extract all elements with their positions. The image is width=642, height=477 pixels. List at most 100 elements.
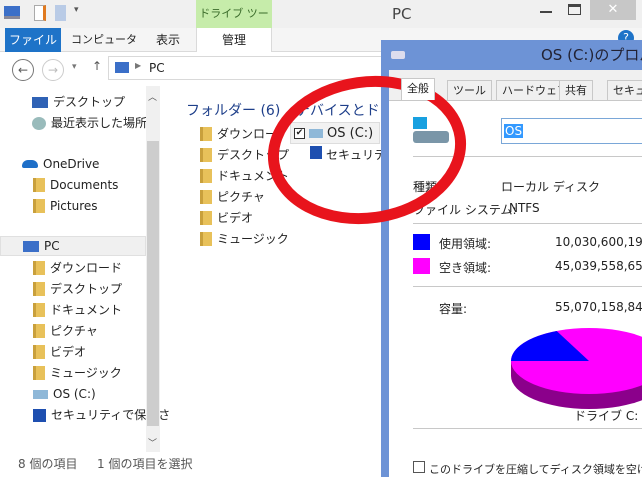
nav-item-pc[interactable]: PC bbox=[0, 236, 146, 256]
divider bbox=[413, 156, 642, 157]
device-os-c[interactable]: ✔ OS (C:) bbox=[290, 122, 380, 144]
nav-label: ミュージック bbox=[50, 366, 122, 380]
folders-header[interactable]: フォルダー (6) bbox=[186, 100, 280, 120]
nav-label: 最近表示した場所 bbox=[51, 116, 148, 130]
nav-item-recent[interactable]: 最近表示した場所 bbox=[32, 113, 147, 133]
nav-label: ピクチャ bbox=[50, 324, 98, 338]
up-button[interactable]: ↑ bbox=[92, 59, 102, 73]
folder-label: ビデオ bbox=[217, 211, 254, 225]
tab-file[interactable]: ファイル bbox=[5, 28, 61, 52]
nav-label: Documents bbox=[50, 178, 119, 192]
pc-icon bbox=[115, 62, 129, 73]
breadcrumb-chevron-icon: ▶ bbox=[135, 61, 142, 70]
breadcrumb-pc[interactable]: PC bbox=[149, 61, 165, 75]
recent-dropdown-icon[interactable]: ▾ bbox=[72, 62, 77, 72]
tab-manage[interactable]: 管理 bbox=[196, 28, 272, 52]
network-drive-icon bbox=[33, 408, 46, 422]
recent-places-icon bbox=[32, 116, 46, 130]
tab-security[interactable]: セキュリ bbox=[607, 80, 642, 100]
tab-sharing[interactable]: 共有 bbox=[559, 80, 593, 100]
drive-icon bbox=[413, 131, 449, 143]
quick-access-dropdown-icon[interactable]: ▾ bbox=[74, 5, 79, 15]
scroll-up-icon[interactable]: ︿ bbox=[148, 90, 157, 103]
scroll-down-icon[interactable]: ﹀ bbox=[148, 436, 157, 449]
drive-icon bbox=[33, 389, 48, 399]
nav-item-pictures[interactable]: Pictures bbox=[33, 196, 98, 216]
nav-item-pc-child[interactable]: ビデオ bbox=[33, 342, 86, 362]
nav-item-pc-child[interactable]: ドキュメント bbox=[33, 300, 122, 320]
divider bbox=[413, 286, 642, 287]
drive-icon bbox=[309, 128, 323, 138]
used-label: 使用領域: bbox=[439, 237, 492, 251]
folder-item[interactable]: ミュージック bbox=[200, 229, 289, 249]
compress-label: このドライブを圧縮してディスク領域を空ける(C bbox=[429, 463, 642, 476]
nav-item-pc-child[interactable]: OS (C:) bbox=[33, 384, 96, 404]
checkbox-checked[interactable]: ✔ bbox=[294, 127, 305, 139]
folder-icon bbox=[200, 190, 212, 204]
folder-label: ピクチャ bbox=[217, 190, 265, 204]
free-value: 45,039,558,656 bbox=[555, 259, 642, 273]
drive-name-value: OS bbox=[504, 124, 524, 138]
folder-item[interactable]: デスクトップ bbox=[200, 145, 289, 165]
folder-icon bbox=[200, 169, 212, 183]
tab-computer[interactable]: コンピューター bbox=[66, 28, 142, 70]
nav-label: ドキュメント bbox=[50, 303, 123, 317]
nav-item-onedrive[interactable]: OneDrive bbox=[22, 154, 99, 174]
maximize-button[interactable] bbox=[568, 4, 581, 15]
folder-icon bbox=[33, 199, 45, 213]
folder-icon bbox=[33, 324, 45, 338]
nav-item-pc-child[interactable]: デスクトップ bbox=[33, 279, 122, 299]
fs-label: ファイル システム: bbox=[413, 203, 517, 217]
folder-icon bbox=[33, 178, 45, 192]
nav-label: OS (C:) bbox=[53, 387, 96, 401]
nav-item-pc-child[interactable]: ダウンロード bbox=[33, 258, 122, 278]
minimize-button[interactable] bbox=[540, 11, 552, 13]
fs-value: NTFS bbox=[509, 201, 540, 215]
type-label: 種類: bbox=[413, 180, 442, 194]
folder-item[interactable]: ダウンロー bbox=[200, 124, 277, 144]
drive-name-input[interactable]: OS bbox=[501, 118, 642, 144]
nav-label: Pictures bbox=[50, 199, 98, 213]
folder-item[interactable]: ビデオ bbox=[200, 208, 253, 228]
window-title: PC bbox=[392, 5, 412, 23]
nav-scrollbar[interactable]: ︿ ﹀ bbox=[146, 86, 160, 452]
compress-option[interactable]: このドライブを圧縮してディスク領域を空ける(C bbox=[413, 461, 642, 477]
close-button[interactable]: ✕ bbox=[590, 0, 636, 20]
nav-item-pc-child[interactable]: ミュージック bbox=[33, 363, 122, 383]
back-button[interactable]: ← bbox=[12, 59, 34, 81]
contextual-tab-label: ドライブ ツール bbox=[196, 0, 272, 48]
desktop-icon bbox=[32, 96, 48, 108]
folder-icon bbox=[33, 366, 45, 380]
tab-tools[interactable]: ツール bbox=[447, 80, 492, 100]
scrollbar-thumb[interactable] bbox=[147, 141, 159, 426]
nav-item-desktop[interactable]: デスクトップ bbox=[32, 92, 125, 112]
folder-item[interactable]: ピクチャ bbox=[200, 187, 265, 207]
folder-icon bbox=[200, 148, 212, 162]
forward-button[interactable]: → bbox=[42, 59, 64, 81]
nav-label: OneDrive bbox=[43, 157, 100, 171]
folder-item[interactable]: ドキュメント bbox=[200, 166, 289, 186]
title-bar: ▾ ドライブ ツール PC ✕ bbox=[0, 0, 642, 48]
pc-icon bbox=[23, 240, 39, 252]
properties-icon[interactable] bbox=[34, 5, 46, 21]
tab-general[interactable]: 全般 bbox=[401, 78, 435, 100]
usage-pie-chart bbox=[511, 328, 642, 409]
folder-icon bbox=[33, 282, 45, 296]
new-folder-icon[interactable] bbox=[55, 5, 66, 21]
drive-icon bbox=[391, 51, 405, 59]
nav-label: ビデオ bbox=[50, 345, 87, 359]
folder-label: ダウンロー bbox=[217, 127, 278, 141]
type-value: ローカル ディスク bbox=[501, 180, 600, 194]
compress-checkbox[interactable] bbox=[413, 461, 425, 473]
capacity-value: 55,070,158,848 bbox=[555, 300, 642, 314]
folder-label: デスクトップ bbox=[217, 148, 290, 162]
tab-view[interactable]: 表示 bbox=[148, 28, 188, 52]
divider bbox=[413, 428, 642, 429]
capacity-label: 容量: bbox=[439, 302, 468, 316]
nav-item-pc-child[interactable]: ピクチャ bbox=[33, 321, 98, 341]
address-bar[interactable]: ▶ PC bbox=[108, 56, 398, 80]
nav-item-documents[interactable]: Documents bbox=[33, 175, 118, 195]
nav-label: ダウンロード bbox=[50, 261, 123, 275]
folder-icon bbox=[33, 303, 45, 317]
folder-icon bbox=[33, 261, 45, 275]
